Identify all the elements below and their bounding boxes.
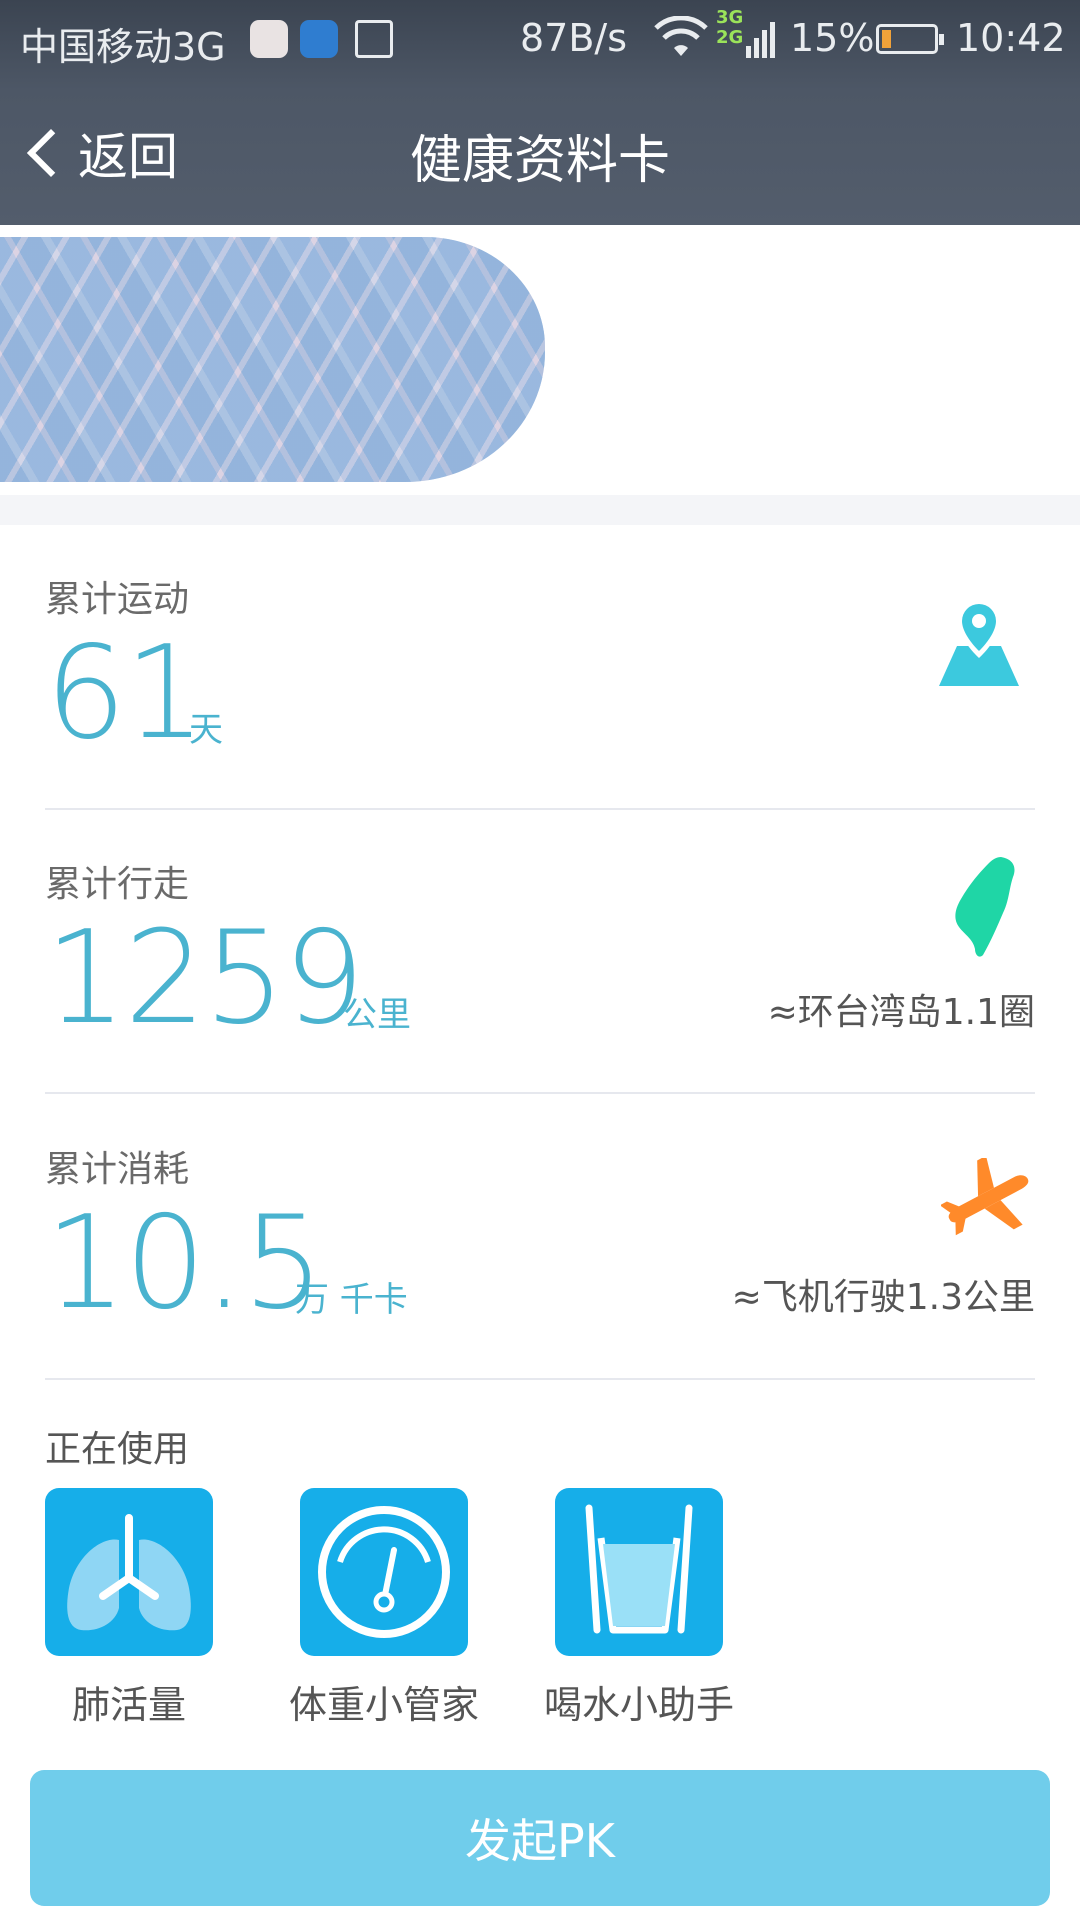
in-use-heading: 正在使用 xyxy=(45,1429,190,1470)
stat-unit: 天 xyxy=(189,710,223,750)
tool-lung-capacity[interactable]: 肺活量 xyxy=(29,1488,229,1729)
divider xyxy=(45,1092,1035,1094)
tool-name: 肺活量 xyxy=(71,1683,186,1727)
page-title: 健康资料卡 xyxy=(409,131,670,191)
stat-calories: 累计消耗 10.5 万 千卡 ≈飞机行驶1.3公里 xyxy=(45,1140,1035,1360)
tool-weight-manager[interactable]: 体重小管家 xyxy=(284,1488,484,1729)
stat-label: 累计行走 xyxy=(45,864,190,905)
nav-bar: 返回 健康资料卡 xyxy=(0,78,1080,225)
network-top-label: 3G xyxy=(716,7,744,28)
stat-label: 累计运动 xyxy=(45,579,190,620)
carrier-name: 中国移动3G xyxy=(20,25,226,69)
blurred-profile-overlay xyxy=(0,237,545,482)
tool-name: 喝水小助手 xyxy=(543,1683,734,1727)
stat-unit: 万 千卡 xyxy=(295,1280,408,1320)
stat-label: 累计消耗 xyxy=(45,1149,190,1190)
status-bar: 中国移动3G 87B/s 3G 2G 15% 10:42 xyxy=(0,0,1080,78)
status-time: 10:42 xyxy=(956,16,1066,60)
tool-name: 体重小管家 xyxy=(288,1683,479,1727)
network-type: 3G 2G xyxy=(716,8,743,48)
signal-bars-icon xyxy=(746,22,775,58)
taiwan-island-icon xyxy=(955,857,1015,957)
start-pk-button[interactable]: 发起PK xyxy=(30,1770,1050,1906)
network-speed: 87B/s xyxy=(520,16,628,60)
stat-value: 1259 xyxy=(45,904,365,1053)
tool-water-assistant[interactable]: 喝水小助手 xyxy=(539,1488,739,1729)
divider xyxy=(45,808,1035,810)
section-gap xyxy=(0,495,1080,525)
profile-header xyxy=(0,225,1080,495)
stat-value: 10.5 xyxy=(45,1189,324,1338)
stat-exercise-days: 累计运动 61 天 xyxy=(45,570,1035,790)
airplane-icon xyxy=(941,1158,1029,1236)
lungs-icon xyxy=(45,1488,213,1656)
wifi-icon xyxy=(654,16,708,56)
stat-note: ≈飞机行驶1.3公里 xyxy=(731,1277,1035,1318)
stat-value: 61 xyxy=(45,619,206,768)
network-bottom-label: 2G xyxy=(716,27,744,48)
battery-percent: 15% xyxy=(790,16,875,60)
stat-note: ≈环台湾岛1.1圈 xyxy=(767,992,1035,1033)
scale-gauge-icon xyxy=(300,1488,468,1656)
health-app-icon xyxy=(300,20,338,58)
notification-app-icon xyxy=(250,20,288,58)
location-pin-icon xyxy=(939,598,1019,686)
stat-unit: 公里 xyxy=(343,995,411,1035)
top-bar: 中国移动3G 87B/s 3G 2G 15% 10:42 返回 健康资料卡 xyxy=(0,0,1080,225)
water-glass-icon xyxy=(555,1488,723,1656)
divider xyxy=(45,1378,1035,1380)
stat-walking-distance: 累计行走 1259 公里 ≈环台湾岛1.1圈 xyxy=(45,855,1035,1075)
gallery-icon xyxy=(355,20,393,58)
battery-icon xyxy=(876,24,944,54)
